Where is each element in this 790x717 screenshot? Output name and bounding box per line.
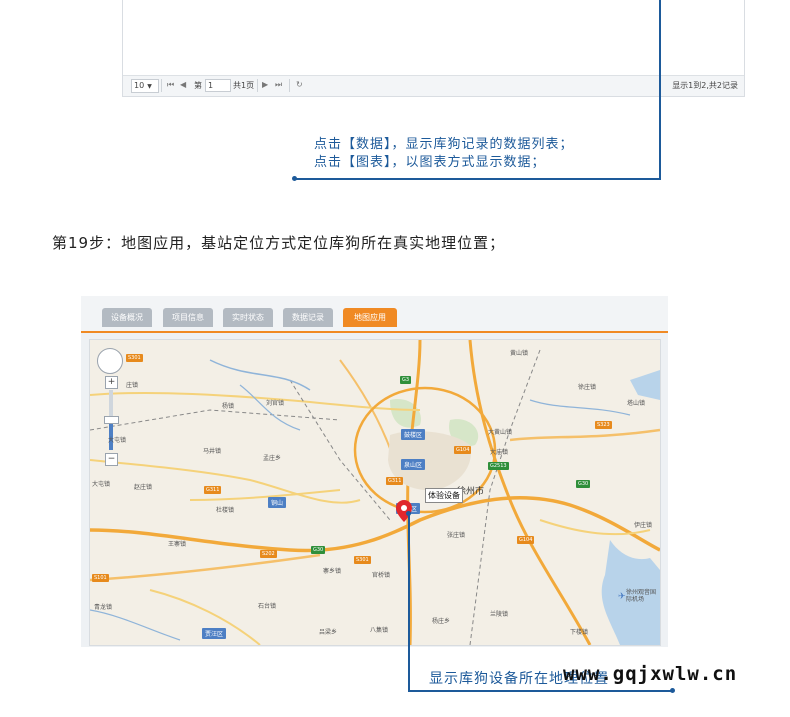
map-label: 大庙镇	[490, 449, 509, 456]
district-tag: 铜山	[268, 497, 287, 508]
callout-dot	[292, 176, 297, 181]
next-page-icon[interactable]: ▶	[262, 80, 268, 89]
road-shield: G30	[576, 480, 591, 488]
road-shield: G311	[386, 477, 404, 485]
map-label: 杜楼镇	[216, 507, 235, 514]
callout-text-line2: 点击【图表】，以图表方式显示数据；	[314, 155, 546, 170]
step-instruction: 第19步：地图应用，基站定位方式定位库狗所在真实地理位置；	[52, 234, 506, 252]
last-page-icon[interactable]: ⏭	[275, 80, 282, 90]
watermark: www.gqjxwlw.cn	[563, 663, 738, 685]
pan-control-icon[interactable]	[97, 348, 123, 374]
pagination-bar: 10 ▼ ⏮ ◀ 第 1 共1页 ▶ ⏭ ↻ 显示1到2,共2记录	[123, 75, 744, 96]
callout-line-vertical	[408, 514, 410, 692]
map-label: 大黄山镇	[488, 429, 513, 436]
refresh-icon[interactable]: ↻	[296, 80, 303, 89]
map-label: 黄山镇	[510, 350, 529, 357]
road-shield: G311	[204, 486, 222, 494]
callout-text-line1: 点击【数据】，显示库狗记录的数据列表；	[314, 137, 574, 152]
tab-project-info[interactable]: 项目信息	[163, 308, 213, 327]
map-label: 赵庄镇	[134, 484, 153, 491]
road-shield: S202	[260, 550, 277, 558]
device-popup[interactable]: 体验设备	[425, 488, 463, 503]
map-label: 青龙镇	[94, 604, 113, 611]
map-label: 吕梁乡	[319, 629, 338, 636]
page-prefix-label: 第	[194, 81, 202, 90]
map-label: 塔山镇	[627, 400, 646, 407]
map-label: 庄镇	[126, 382, 139, 389]
zoom-in-button[interactable]: +	[105, 376, 118, 389]
map-canvas[interactable]: + − 庄镇 杨镇 刘官镇 黄山镇 徐庄镇 塔山镇 大黄山镇 大庙镇 大屯镇 马…	[89, 339, 661, 646]
road-shield: S301	[126, 354, 143, 362]
callout-line-horizontal	[294, 178, 661, 180]
map-label: 徐庄镇	[578, 384, 597, 391]
district-tag: 贾汪区	[202, 628, 227, 639]
pager-info: 显示1到2,共2记录	[672, 81, 738, 90]
pager-separator	[289, 79, 290, 92]
data-grid-panel: 10 ▼ ⏮ ◀ 第 1 共1页 ▶ ⏭ ↻ 显示1到2,共2记录	[122, 0, 745, 97]
map-label: 兰陵镇	[490, 611, 509, 618]
map-label: 寨乡镇	[323, 568, 342, 575]
pager-separator	[161, 79, 162, 92]
road-shield: G104	[517, 536, 535, 544]
map-label: 下楼镇	[570, 629, 589, 636]
map-label: 马井镇	[203, 448, 222, 455]
prev-page-icon[interactable]: ◀	[180, 80, 186, 89]
callout-dot	[670, 688, 675, 693]
map-label: 徐州观音国际机场	[626, 589, 657, 603]
tab-map-application[interactable]: 地图应用	[343, 308, 397, 327]
tab-device-overview[interactable]: 设备概况	[102, 308, 152, 327]
map-label: 杨庄乡	[432, 618, 451, 625]
tab-data-records[interactable]: 数据记录	[283, 308, 333, 327]
pager-separator	[257, 79, 258, 92]
map-label: 孟庄乡	[263, 455, 282, 462]
road-shield: G3	[400, 376, 412, 384]
district-tag: 泉山区	[401, 459, 426, 470]
road-shield: G2513	[488, 462, 509, 470]
map-window: 设备概况 项目信息 实时状态 数据记录 地图应用 + − 庄镇 杨镇 刘官镇 黄…	[81, 296, 668, 647]
map-label: 石台镇	[258, 603, 277, 610]
map-label: 刘官镇	[266, 400, 285, 407]
road-shield: S323	[595, 421, 612, 429]
road-shield: G104	[454, 446, 472, 454]
map-roads	[90, 340, 660, 645]
callout-line-horizontal	[408, 690, 672, 692]
road-shield: G30	[311, 546, 326, 554]
map-label: 张庄镇	[447, 532, 466, 539]
zoom-out-button[interactable]: −	[105, 453, 118, 466]
page-number-input[interactable]: 1	[205, 79, 231, 92]
airport-icon: ✈	[618, 592, 626, 602]
map-label: 王寨镇	[168, 541, 187, 548]
map-label: 大屯镇	[92, 481, 111, 488]
district-tag: 鼓楼区	[401, 429, 426, 440]
page-size-select[interactable]: 10 ▼	[131, 79, 159, 93]
first-page-icon[interactable]: ⏮	[167, 80, 174, 90]
tab-bar: 设备概况 项目信息 实时状态 数据记录 地图应用	[81, 296, 668, 333]
tab-realtime-status[interactable]: 实时状态	[223, 308, 273, 327]
callout-line-vertical	[659, 0, 661, 180]
map-label: 八集镇	[370, 627, 389, 634]
page-size-value: 10	[134, 81, 145, 90]
page-total-label: 共1页	[233, 81, 255, 90]
map-label: 官桥镇	[372, 572, 391, 579]
zoom-slider-handle[interactable]	[104, 416, 119, 424]
map-label: 伊庄镇	[634, 522, 653, 529]
map-label: 大屯镇	[108, 437, 127, 444]
map-label: 杨镇	[222, 403, 235, 410]
road-shield: S101	[92, 574, 109, 582]
road-shield: S301	[354, 556, 371, 564]
